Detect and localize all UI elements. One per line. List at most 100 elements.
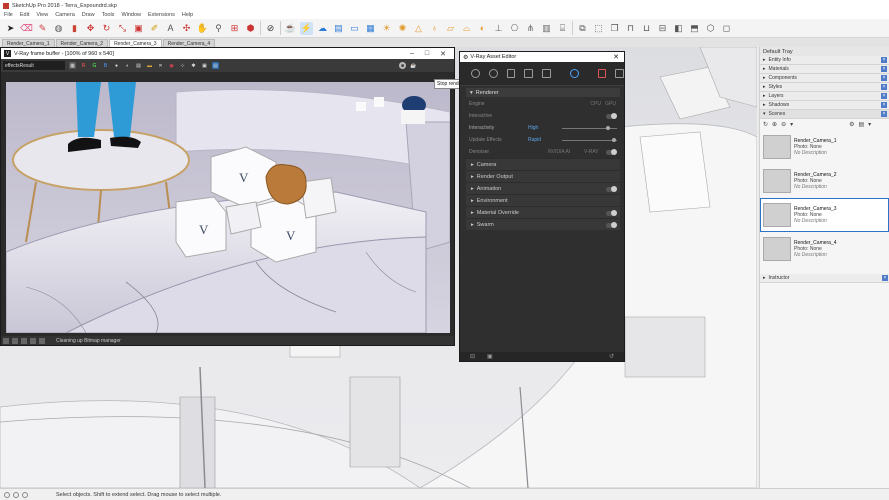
panel-materials[interactable]: ▸ Materials × — [760, 65, 889, 74]
rotate-tool-icon[interactable]: ↻ — [100, 22, 113, 35]
trim-icon[interactable]: ◧ — [672, 22, 685, 35]
status-icon[interactable] — [3, 337, 9, 344]
menu-file[interactable]: File — [4, 12, 13, 18]
save-settings-icon[interactable]: ▣ — [487, 353, 493, 360]
menu-edit[interactable]: Edit — [20, 12, 29, 18]
channel-select[interactable]: effectsResult — [3, 61, 65, 70]
status-icon[interactable] — [12, 337, 18, 344]
textures-icon[interactable] — [542, 69, 551, 78]
minimize-icon[interactable]: – — [410, 50, 414, 58]
section-render-output[interactable]: ▸ Render Output — [466, 170, 620, 182]
denoiser-nvidia-option[interactable]: NVIDIA AI — [548, 149, 570, 155]
menu-draw[interactable]: Draw — [82, 12, 95, 18]
close-icon[interactable]: ✕ — [613, 53, 624, 61]
credits-icon[interactable] — [13, 491, 19, 498]
status-icon[interactable] — [39, 337, 45, 344]
scene-item[interactable]: Render_Camera_1 Photo: None No Descripti… — [760, 130, 889, 164]
panel-scenes[interactable]: ▾ Scenes × — [760, 110, 889, 119]
interactive-toggle[interactable] — [606, 113, 617, 119]
section-camera[interactable]: ▸ Camera — [466, 158, 620, 170]
alpha-channel-icon[interactable]: ● — [113, 62, 120, 69]
vray-batch-render-icon[interactable]: ▤ — [332, 22, 345, 35]
orbit-tool-icon[interactable]: ✣ — [180, 22, 193, 35]
vray-mesh-light-icon[interactable]: ⏥ — [444, 22, 457, 35]
zoom-extents-icon[interactable]: ⊞ — [228, 22, 241, 35]
load-image-icon[interactable]: ▬ — [146, 62, 153, 69]
history-icon[interactable]: ▣ — [201, 62, 208, 69]
scene-item[interactable]: Render_Camera_2 Photo: None No Descripti… — [760, 164, 889, 198]
close-icon[interactable]: ✕ — [440, 50, 446, 58]
panel-styles[interactable]: ▸ Styles × — [760, 83, 889, 92]
vray-interactive-render-icon[interactable]: ⚡ — [300, 21, 313, 35]
vray-export-icon[interactable]: ⌸ — [556, 22, 569, 35]
stop-render-icon[interactable]: ■ — [399, 62, 406, 69]
panel-components[interactable]: ▸ Components × — [760, 74, 889, 83]
vray-ies-light-icon[interactable]: ♁ — [428, 22, 441, 35]
asset-editor-title-bar[interactable]: ⚙ V-Ray Asset Editor ✕ — [460, 52, 624, 62]
status-icon[interactable] — [30, 337, 36, 344]
tab-render-camera-2[interactable]: Render_Camera_2 — [55, 39, 109, 47]
menu-help[interactable]: Help — [182, 12, 193, 18]
panel-shadows[interactable]: ▸ Shadows × — [760, 101, 889, 110]
scene-item-selected[interactable]: Render_Camera_3 Photo: None No Descripti… — [760, 198, 889, 232]
vray-clipper-icon[interactable]: ▥ — [540, 22, 553, 35]
render-elements-icon[interactable] — [524, 69, 533, 78]
top-view-icon[interactable]: ◻ — [720, 22, 733, 35]
denoiser-vray-option[interactable]: V-RAY — [584, 149, 599, 155]
scene-view-icon[interactable]: ▤ — [859, 121, 865, 128]
renderer-section-header[interactable]: ▾ Renderer — [466, 88, 620, 97]
menu-tools[interactable]: Tools — [102, 12, 115, 18]
refresh-scene-icon[interactable]: ↻ — [763, 121, 768, 128]
add-scene-icon[interactable]: ⊕ — [772, 121, 777, 128]
menu-window[interactable]: Window — [121, 12, 141, 18]
make-component-icon[interactable]: ⧉ — [576, 22, 589, 35]
menu-camera[interactable]: Camera — [55, 12, 75, 18]
reset-settings-icon[interactable]: ↺ — [609, 353, 614, 360]
vray-spot-light-icon[interactable]: △ — [412, 22, 425, 35]
engine-gpu-option[interactable]: GPU — [605, 101, 616, 107]
close-icon[interactable]: × — [881, 102, 887, 108]
section-environment[interactable]: ▸ Environment — [466, 194, 620, 206]
scene-options-icon[interactable]: ⚙ — [849, 121, 854, 128]
status-icon[interactable] — [21, 337, 27, 344]
vray-fur-icon[interactable]: ⋔ — [524, 22, 537, 35]
settings-gear-icon[interactable] — [569, 69, 579, 78]
corrections-icon[interactable]: ▤ — [212, 62, 219, 69]
mono-channel-icon[interactable]: ◐ — [124, 62, 131, 69]
select-tool-icon[interactable]: ➤ — [4, 22, 17, 35]
vfb-title-bar[interactable]: V V-Ray frame buffer - [100% of 960 x 54… — [1, 48, 454, 59]
close-icon[interactable]: × — [881, 84, 887, 90]
iso-view-icon[interactable]: ⬡ — [704, 22, 717, 35]
eraser-tool-icon[interactable]: ⌫ — [20, 22, 33, 35]
open-settings-icon[interactable]: ⊟ — [470, 353, 475, 360]
swarm-toggle[interactable] — [606, 222, 617, 228]
render-icon[interactable]: ☕ — [410, 62, 417, 69]
clear-image-icon[interactable]: ✕ — [157, 62, 164, 69]
tape-measure-icon[interactable]: ✐ — [148, 22, 161, 35]
color-channels-icon[interactable]: ▦ — [69, 62, 76, 69]
render-icon[interactable] — [597, 69, 607, 78]
subtract-icon[interactable]: ⊟ — [656, 22, 669, 35]
paint-bucket-icon[interactable]: ◍ — [52, 22, 65, 35]
lights-icon[interactable] — [488, 69, 498, 78]
close-icon[interactable]: × — [882, 275, 888, 281]
warehouse-icon[interactable]: ⬢ — [244, 22, 257, 35]
blue-channel-icon[interactable]: B — [102, 62, 109, 69]
section-animation[interactable]: ▸ Animation — [466, 182, 620, 194]
save-image-icon[interactable]: ▤ — [135, 62, 142, 69]
geometry-icon[interactable] — [506, 69, 516, 78]
quality-slider-knob[interactable] — [606, 126, 610, 130]
move-scene-down-icon[interactable]: ▾ — [790, 121, 793, 128]
split-icon[interactable]: ⬒ — [688, 22, 701, 35]
union-icon[interactable]: ⊔ — [640, 22, 653, 35]
close-icon[interactable]: × — [881, 111, 887, 117]
push-pull-icon[interactable]: ▮ — [68, 22, 81, 35]
vray-lights-icon[interactable]: ☀ — [380, 22, 393, 35]
lens-effects-icon[interactable]: ✱ — [190, 62, 197, 69]
animation-toggle[interactable] — [606, 186, 617, 192]
vray-omni-light-icon[interactable]: ✺ — [396, 22, 409, 35]
vray-sphere-light-icon[interactable]: ◐ — [476, 22, 489, 35]
update-effects-slider[interactable] — [562, 140, 617, 141]
denoiser-toggle[interactable] — [606, 149, 617, 155]
panel-entity-info[interactable]: ▸ Entity Info × — [760, 56, 889, 65]
